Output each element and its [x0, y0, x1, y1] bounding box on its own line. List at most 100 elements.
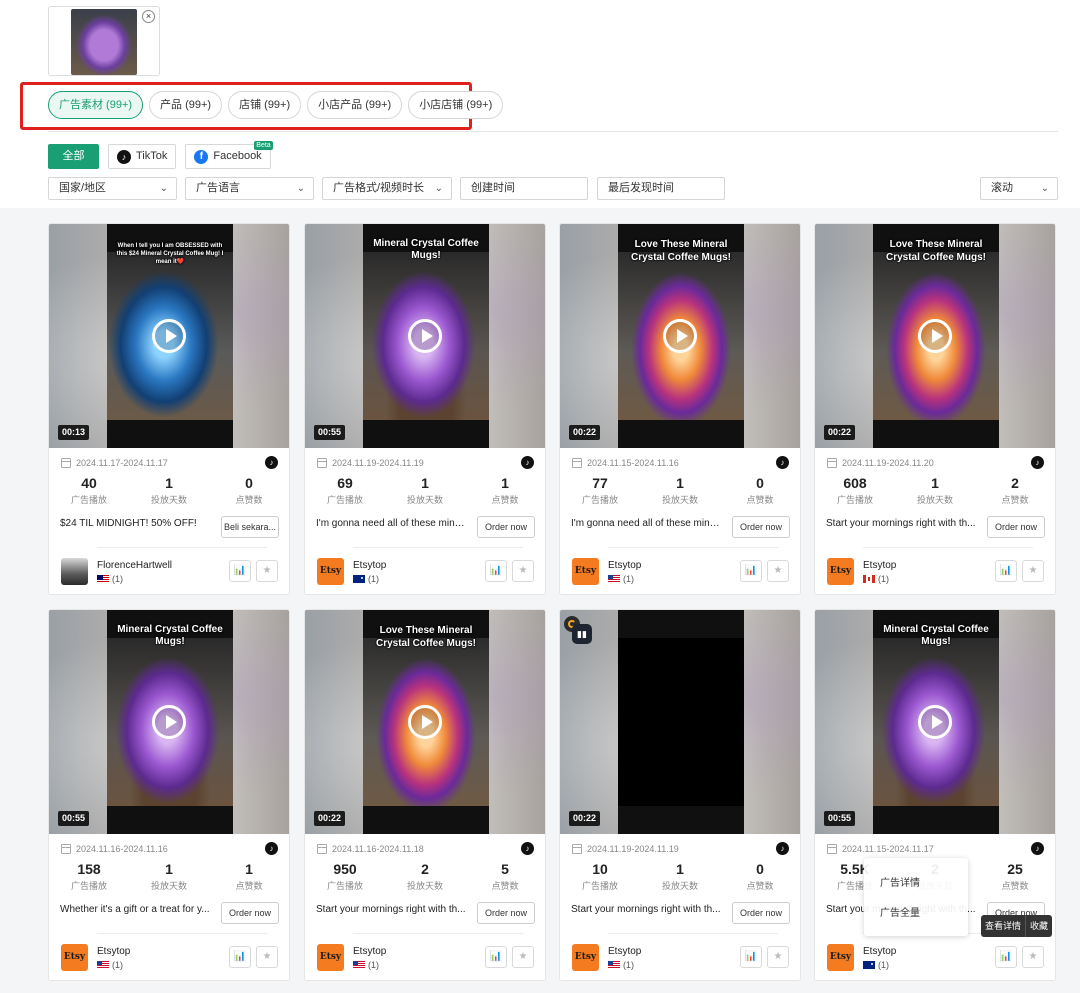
avatar: Etsy [317, 558, 344, 585]
analytics-icon[interactable]: 📊 [485, 946, 507, 968]
analytics-icon[interactable]: 📊 [485, 560, 507, 582]
analytics-icon[interactable]: 📊 [995, 560, 1017, 582]
cta-button[interactable]: Order now [221, 902, 279, 924]
language-select-label: 广告语言 [196, 182, 240, 194]
play-icon[interactable] [152, 319, 186, 353]
ad-card[interactable]: Mineral Crystal Coffee Mugs! 00:55 2024.11… [48, 609, 290, 981]
divider [608, 933, 778, 934]
star-icon[interactable]: ★ [512, 560, 534, 582]
divider [353, 933, 523, 934]
stat-likes: 5 点赞数 [465, 860, 545, 894]
flag-icon [353, 574, 365, 583]
calendar-icon [61, 458, 71, 468]
impressions-value: 950 [333, 861, 357, 877]
cta-button[interactable]: Beli sekara... [221, 516, 279, 538]
play-icon[interactable] [918, 319, 952, 353]
analytics-icon[interactable]: 📊 [740, 946, 762, 968]
analytics-icon[interactable]: 📊 [740, 560, 762, 582]
analytics-icon[interactable]: 📊 [995, 946, 1017, 968]
last-seen-time-picker[interactable]: 最后发现时间 [597, 177, 725, 200]
ad-description: Start your mornings right with th... [571, 904, 721, 915]
video-preview[interactable]: Mineral Crystal Coffee Mugs! 00:55 [815, 610, 1055, 834]
country-select[interactable]: 国家/地区 ⌄ [48, 177, 177, 200]
favorite-button[interactable]: 收藏 [1025, 915, 1052, 937]
ad-card-body: 2024.11.19-2024.11.19 ♪ 69 广告播放 1 投放天数 1 点赞数 I'm… [305, 448, 545, 594]
analytics-icon[interactable]: 📊 [229, 946, 251, 968]
advertiser-info[interactable]: FlorenceHartwell (1) [61, 558, 172, 585]
likes-value: 1 [245, 861, 253, 877]
ad-stats: 950 广告播放 2 投放天数 5 点赞数 [305, 860, 545, 894]
play-icon[interactable] [663, 319, 697, 353]
star-icon[interactable]: ★ [512, 946, 534, 968]
video-preview[interactable]: Love These Mineral Crystal Coffee Mugs! 0… [815, 224, 1055, 448]
ad-card[interactable]: Mineral Crystal Coffee Mugs! 00:55 2024.11… [304, 223, 546, 595]
ad-card[interactable]: Love These Mineral Crystal Coffee Mugs! 0… [559, 223, 801, 595]
advertiser-info[interactable]: Etsy Etsytop (1) [317, 558, 386, 585]
video-preview[interactable]: When I tell you I am OBSESSED with this … [49, 224, 289, 448]
date-range-text: 2024.11.15-2024.11.17 [842, 844, 934, 854]
ad-card[interactable]: Love These Mineral Crystal Coffee Mugs! 0… [304, 609, 546, 981]
advertiser-info[interactable]: Etsy Etsytop (1) [572, 944, 641, 971]
video-preview[interactable]: Love These Mineral Crystal Coffee Mugs! 0… [305, 610, 545, 834]
tab-shop-products[interactable]: 小店产品 (99+) [307, 91, 403, 119]
play-icon[interactable] [408, 319, 442, 353]
days-value: 1 [421, 475, 429, 491]
last-seen-time-label: 最后发现时间 [608, 182, 674, 194]
tiktok-icon: ♪ [776, 842, 789, 855]
star-icon[interactable]: ★ [767, 946, 789, 968]
sort-select[interactable]: 滚动 ⌄ [980, 177, 1058, 200]
ad-card[interactable]: Love These Mineral Crystal Coffee Mugs! 0… [814, 223, 1056, 595]
impressions-label: 广告播放 [70, 881, 107, 891]
cta-button[interactable]: Order now [477, 516, 535, 538]
ad-date-range: 2024.11.19-2024.11.20 [827, 458, 934, 468]
star-icon[interactable]: ★ [767, 560, 789, 582]
tab-products[interactable]: 产品 (99+) [149, 91, 223, 119]
cta-button[interactable]: Order now [732, 902, 790, 924]
video-preview[interactable]: Mineral Crystal Coffee Mugs! 00:55 [49, 610, 289, 834]
advertiser-name: Etsytop [353, 559, 387, 571]
date-range-text: 2024.11.17-2024.11.17 [76, 458, 168, 468]
likes-label: 点赞数 [491, 495, 519, 505]
video-preview[interactable]: Mineral Crystal Coffee Mugs! 00:55 [305, 224, 545, 448]
ad-card[interactable]: When I tell you I am OBSESSED with this … [48, 223, 290, 595]
star-icon[interactable]: ★ [1022, 946, 1044, 968]
star-icon[interactable]: ★ [256, 946, 278, 968]
days-label: 投放天数 [916, 495, 953, 505]
video-preview[interactable]: ▮▮ 00:22 [560, 610, 800, 834]
platform-facebook-button[interactable]: f Facebook Beta [185, 141, 273, 169]
play-icon[interactable] [408, 705, 442, 739]
analytics-icon[interactable]: 📊 [229, 560, 251, 582]
created-time-label: 创建时间 [471, 182, 515, 194]
region-count: (1) [368, 573, 379, 584]
star-icon[interactable]: ★ [1022, 560, 1044, 582]
divider [863, 547, 1033, 548]
star-icon[interactable]: ★ [256, 560, 278, 582]
collect-menu-item[interactable]: 广告全量 [880, 904, 920, 919]
advertiser-info[interactable]: Etsy Etsytop (1) [61, 944, 130, 971]
cta-button[interactable]: Order now [477, 902, 535, 924]
cta-button[interactable]: Order now [732, 516, 790, 538]
play-icon[interactable] [152, 705, 186, 739]
platform-all-button[interactable]: 全部 [48, 144, 99, 169]
tab-shop-stores[interactable]: 小店店铺 (99+) [408, 91, 504, 119]
tab-stores[interactable]: 店铺 (99+) [228, 91, 302, 119]
language-select[interactable]: 广告语言 ⌄ [185, 177, 314, 200]
ad-detail-menu-item[interactable]: 广告详情 [880, 874, 920, 889]
tab-ad-creatives[interactable]: 广告素材 (99+) [48, 91, 144, 119]
advertiser-info[interactable]: Etsy Etsytop (1) [572, 558, 641, 585]
advertiser-info[interactable]: Etsy Etsytop (1) [317, 944, 386, 971]
platform-tiktok-button[interactable]: ♪ TikTok [108, 144, 177, 169]
video-preview[interactable]: Love These Mineral Crystal Coffee Mugs! 0… [560, 224, 800, 448]
created-time-picker[interactable]: 创建时间 [460, 177, 588, 200]
advertiser-region: (1) [863, 573, 896, 585]
likes-value: 0 [756, 475, 764, 491]
advertiser-info[interactable]: Etsy Etsytop (1) [827, 944, 896, 971]
search-image-thumbnail[interactable]: × [48, 6, 160, 76]
ad-card[interactable]: ▮▮ 00:22 2024.11.19-2024.11.19 ♪ 10 广告播放 1 投放天数… [559, 609, 801, 981]
format-select[interactable]: 广告格式/视频时长 ⌄ [322, 177, 452, 200]
close-icon[interactable]: × [142, 10, 155, 23]
cta-button[interactable]: Order now [987, 516, 1045, 538]
view-detail-button[interactable]: 查看详情 [981, 915, 1025, 937]
play-icon[interactable] [918, 705, 952, 739]
advertiser-info[interactable]: Etsy Etsytop (1) [827, 558, 896, 585]
